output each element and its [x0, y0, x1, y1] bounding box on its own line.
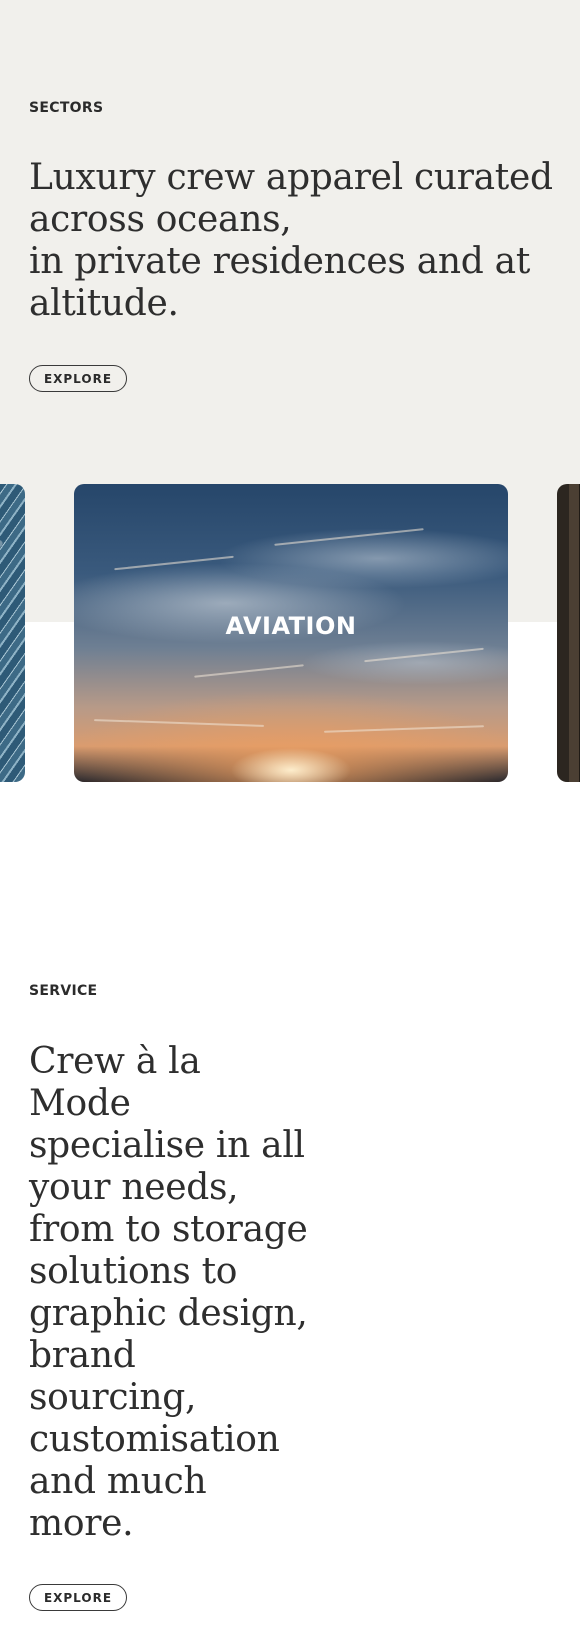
headline-line: Luxury crew apparel curated: [29, 157, 553, 198]
cloud-streak: [114, 555, 234, 571]
cloud-streak: [194, 664, 304, 678]
sectors-headline: Luxury crew apparel curated across ocean…: [29, 157, 553, 325]
service-eyebrow: SERVICE: [29, 983, 98, 999]
carousel-card-aviation[interactable]: AVIATION: [74, 484, 508, 782]
headline-line: specialise in all: [29, 1125, 305, 1166]
service-explore-button[interactable]: EXPLORE: [29, 1584, 127, 1611]
sectors-eyebrow: SECTORS: [29, 100, 104, 116]
sectors-explore-button[interactable]: EXPLORE: [29, 365, 127, 392]
headline-line: and much: [29, 1461, 207, 1502]
headline-line: across oceans,: [29, 199, 292, 240]
headline-line: Mode: [29, 1083, 131, 1124]
cloud-streak: [324, 725, 484, 733]
headline-line: more.: [29, 1503, 134, 1544]
headline-line: graphic design,: [29, 1293, 308, 1334]
headline-line: sourcing,: [29, 1377, 197, 1418]
headline-line: altitude.: [29, 283, 179, 324]
headline-line: brand: [29, 1335, 136, 1376]
headline-line: solutions to: [29, 1251, 238, 1292]
service-headline: Crew à la Mode specialise in all your ne…: [29, 1041, 308, 1545]
cloud-streak: [274, 528, 424, 546]
headline-line: from to storage: [29, 1209, 308, 1250]
cloud-streak: [94, 719, 264, 727]
headline-line: in private residences and at: [29, 241, 531, 282]
headline-line: customisation: [29, 1419, 280, 1460]
headline-line: Crew à la: [29, 1041, 201, 1082]
headline-line: your needs,: [29, 1167, 239, 1208]
carousel-card-ocean[interactable]: [0, 484, 25, 782]
card-label-aviation: AVIATION: [225, 612, 357, 640]
carousel-card-residence[interactable]: [557, 484, 580, 782]
cloud-streak: [364, 647, 484, 663]
